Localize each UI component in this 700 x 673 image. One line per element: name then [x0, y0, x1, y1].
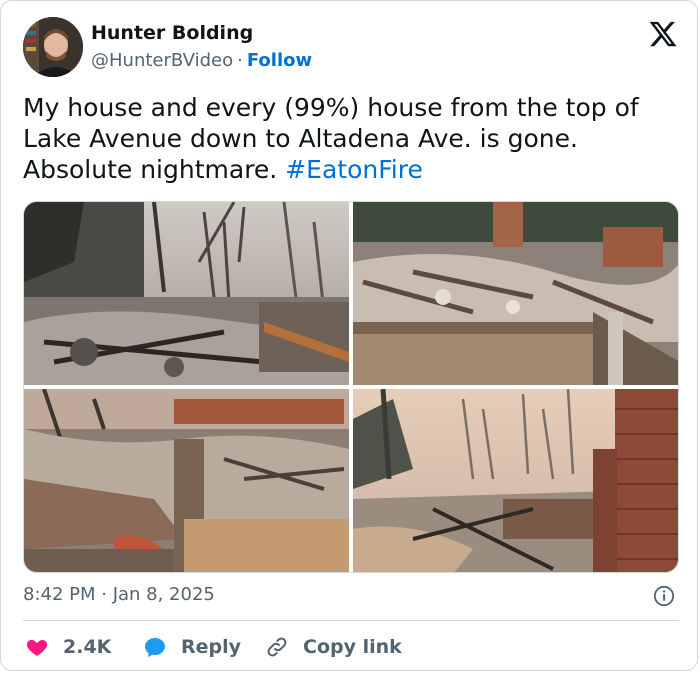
action-bar: 2.4K Reply Copy link: [23, 633, 679, 661]
hashtag-link[interactable]: #EatonFire: [285, 155, 423, 184]
tweet-card: Hunter Bolding @HunterBVideo · Follow My h…: [0, 0, 698, 671]
photo-3[interactable]: [24, 389, 349, 572]
like-button[interactable]: 2.4K: [25, 633, 111, 661]
avatar-image: [23, 17, 83, 77]
reply-button[interactable]: Reply: [143, 633, 241, 661]
photo-2[interactable]: [353, 202, 678, 385]
photo-brick-chimney-ruins: [353, 389, 678, 572]
tweet-timestamp[interactable]: 8:42 PM · Jan 8, 2025: [23, 584, 215, 605]
author-handle-row: @HunterBVideo · Follow: [91, 50, 312, 71]
author-name[interactable]: Hunter Bolding: [91, 22, 253, 44]
link-icon: [267, 637, 287, 657]
reply-bubble-icon: [145, 638, 165, 657]
reply-label: Reply: [181, 636, 242, 658]
follow-button[interactable]: Follow: [247, 50, 312, 71]
media-grid: [23, 201, 679, 573]
separator-dot: ·: [237, 50, 243, 71]
photo-house-rubble: [353, 202, 678, 385]
copy-link-label: Copy link: [303, 636, 402, 658]
x-logo-icon[interactable]: [647, 19, 679, 49]
photo-burned-street: [24, 202, 349, 385]
photo-1[interactable]: [24, 202, 349, 385]
divider: [23, 620, 679, 621]
avatar[interactable]: [23, 17, 83, 77]
copy-link-button[interactable]: Copy link: [265, 633, 402, 661]
like-count: 2.4K: [63, 636, 112, 658]
photo-4[interactable]: [353, 389, 678, 572]
author-handle[interactable]: @HunterBVideo: [91, 50, 233, 71]
heart-icon: [26, 640, 48, 656]
photo-debris-yard: [24, 389, 349, 572]
info-icon[interactable]: [653, 585, 675, 607]
tweet-text: My house and every (99%) house from the …: [23, 92, 683, 185]
